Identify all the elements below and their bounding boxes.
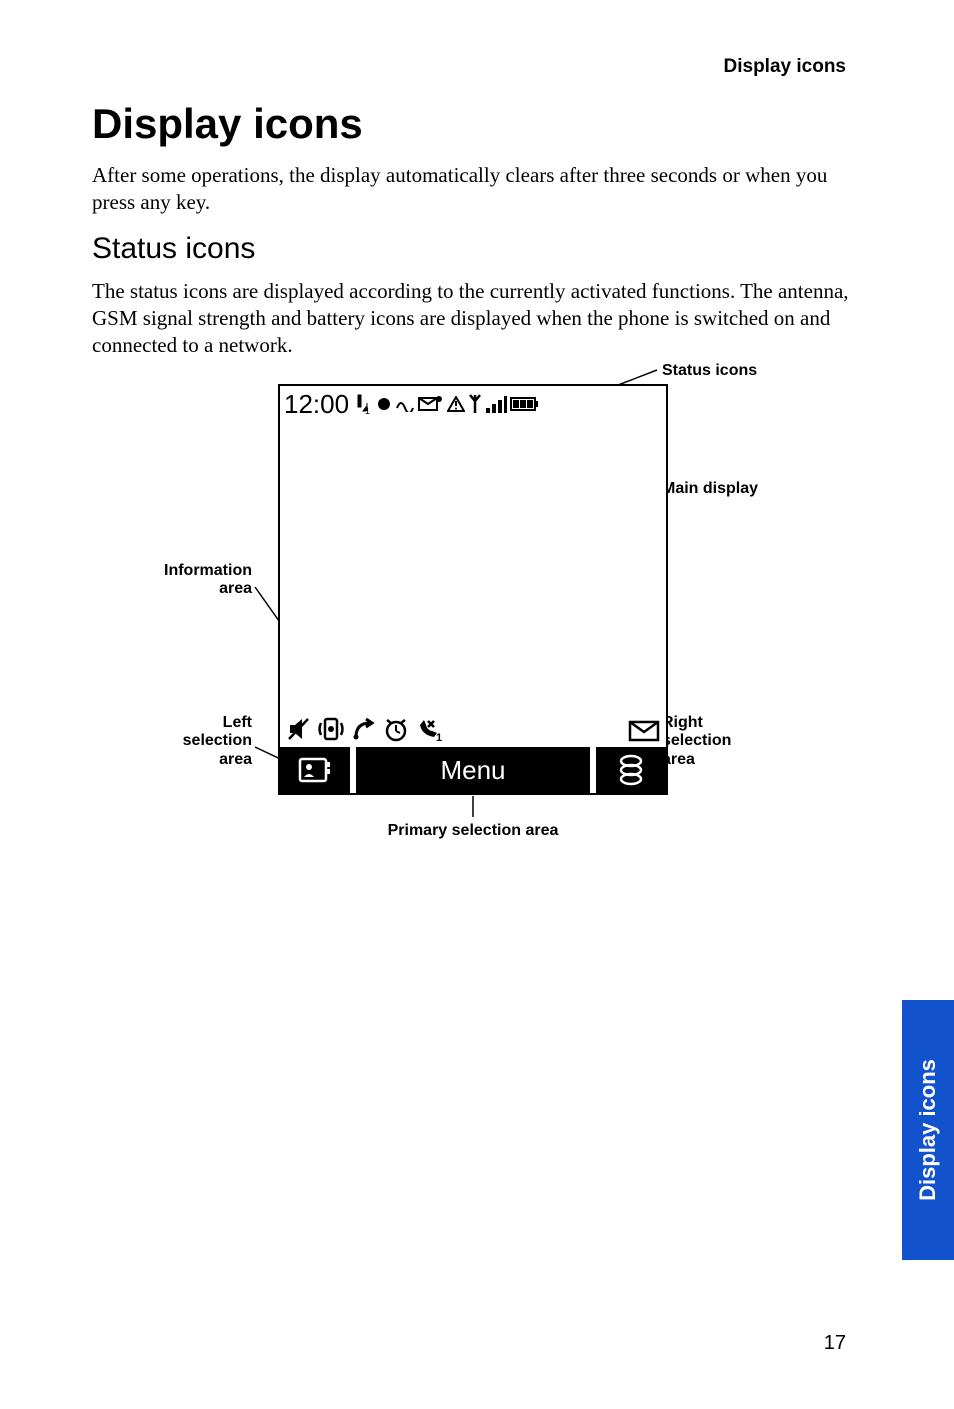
side-tab-label: Display icons <box>915 1059 941 1201</box>
status-bar: 12:00 1 <box>280 386 666 422</box>
antenna-icon <box>468 393 482 415</box>
phonebook-icon <box>296 755 334 785</box>
running-header: Display icons <box>724 56 847 78</box>
line1-icon: 1 <box>355 393 373 415</box>
warning-icon <box>447 396 465 412</box>
page-title: Display icons <box>92 100 363 148</box>
callout-information-area: Information area <box>92 562 252 599</box>
svg-text:1: 1 <box>365 406 370 415</box>
vibrate-icon <box>316 715 346 743</box>
svg-text:1: 1 <box>436 732 442 743</box>
right-softkey[interactable] <box>596 747 666 793</box>
left-softkey[interactable] <box>280 747 350 793</box>
intro-paragraph: After some operations, the display autom… <box>92 162 852 216</box>
web-icon <box>616 753 646 787</box>
mute-icon <box>286 715 312 743</box>
callout-right-selection-area: Right selection area <box>662 714 731 769</box>
callout-status-icons: Status icons <box>662 362 757 380</box>
information-icon-right <box>628 719 660 743</box>
section-heading-status-icons: Status icons <box>92 232 255 266</box>
status-icon-row: 1 <box>355 393 540 415</box>
record-icon <box>376 396 392 412</box>
phone-screen: 12:00 1 <box>278 384 668 795</box>
signal-icon <box>485 394 507 414</box>
clock-text: 12:00 <box>284 389 349 420</box>
display-diagram: Status icons Main display Right selectio… <box>92 362 852 852</box>
center-softkey[interactable]: Menu <box>356 747 590 793</box>
message-unread-icon <box>418 395 444 413</box>
callout-primary-selection-area: Primary selection area <box>278 822 668 840</box>
callout-main-display: Main display <box>662 480 758 498</box>
status-icons-paragraph: The status icons are displayed according… <box>92 278 852 359</box>
page-number: 17 <box>824 1332 846 1355</box>
alarm-clock-icon <box>382 715 410 743</box>
battery-icon <box>510 396 540 412</box>
information-icon-row: 1 <box>286 715 444 743</box>
envelope-icon <box>628 719 660 743</box>
alarm-icon <box>395 396 415 412</box>
missed-call-icon: 1 <box>414 715 444 743</box>
side-tab: Display icons <box>902 1000 954 1260</box>
divert-icon <box>350 715 378 743</box>
softkey-bar: Menu <box>280 747 666 793</box>
callout-left-selection-area: Left selection area <box>92 714 252 769</box>
